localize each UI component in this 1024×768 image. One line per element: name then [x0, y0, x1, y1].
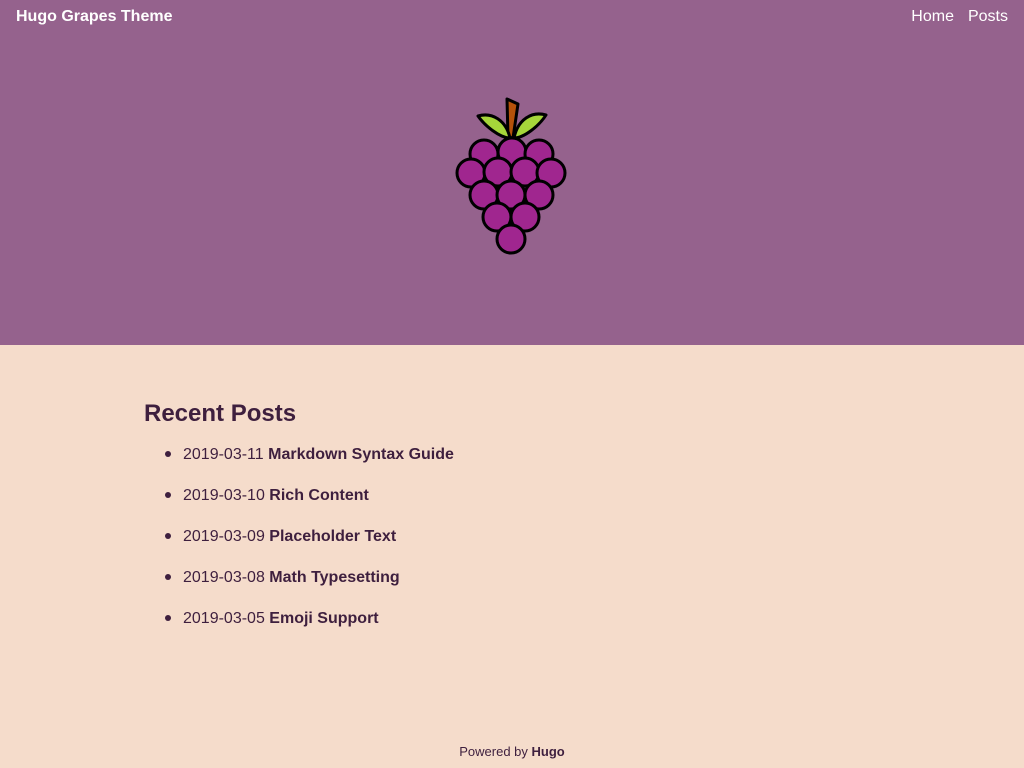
site-header: Hugo Grapes Theme Home Posts [0, 0, 1024, 345]
nav-item-home[interactable]: Home [911, 6, 954, 28]
footer-hugo-link[interactable]: Hugo [532, 744, 565, 759]
post-date: 2019-03-11 [183, 446, 269, 463]
list-item: 2019-03-10 Rich Content [164, 483, 880, 524]
site-title-link[interactable]: Hugo Grapes Theme [16, 6, 172, 28]
post-title-link[interactable]: Emoji Support [269, 610, 378, 627]
post-list: 2019-03-11 Markdown Syntax Guide 2019-03… [144, 442, 880, 647]
main-nav: Home Posts [911, 6, 1008, 28]
post-date: 2019-03-09 [183, 528, 270, 545]
grapes-icon [455, 97, 567, 255]
post-date: 2019-03-05 [183, 610, 270, 627]
list-item: 2019-03-08 Math Typesetting [164, 565, 880, 606]
section-heading: Recent Posts [144, 400, 297, 427]
list-item: 2019-03-09 Placeholder Text [164, 524, 880, 565]
list-item: 2019-03-11 Markdown Syntax Guide [164, 442, 880, 483]
main-content: Recent Posts 2019-03-11 Markdown Syntax … [144, 398, 880, 647]
post-title-link[interactable]: Placeholder Text [269, 528, 396, 545]
post-title-link[interactable]: Math Typesetting [269, 569, 399, 586]
post-date: 2019-03-10 [183, 487, 270, 504]
post-title-link[interactable]: Markdown Syntax Guide [268, 446, 454, 463]
post-date: 2019-03-08 [183, 569, 270, 586]
list-item: 2019-03-05 Emoji Support [164, 606, 880, 647]
footer-prefix: Powered by [459, 744, 532, 759]
nav-item-posts[interactable]: Posts [968, 6, 1008, 28]
post-title-link[interactable]: Rich Content [269, 487, 369, 504]
site-footer: Powered by Hugo [0, 742, 1024, 762]
